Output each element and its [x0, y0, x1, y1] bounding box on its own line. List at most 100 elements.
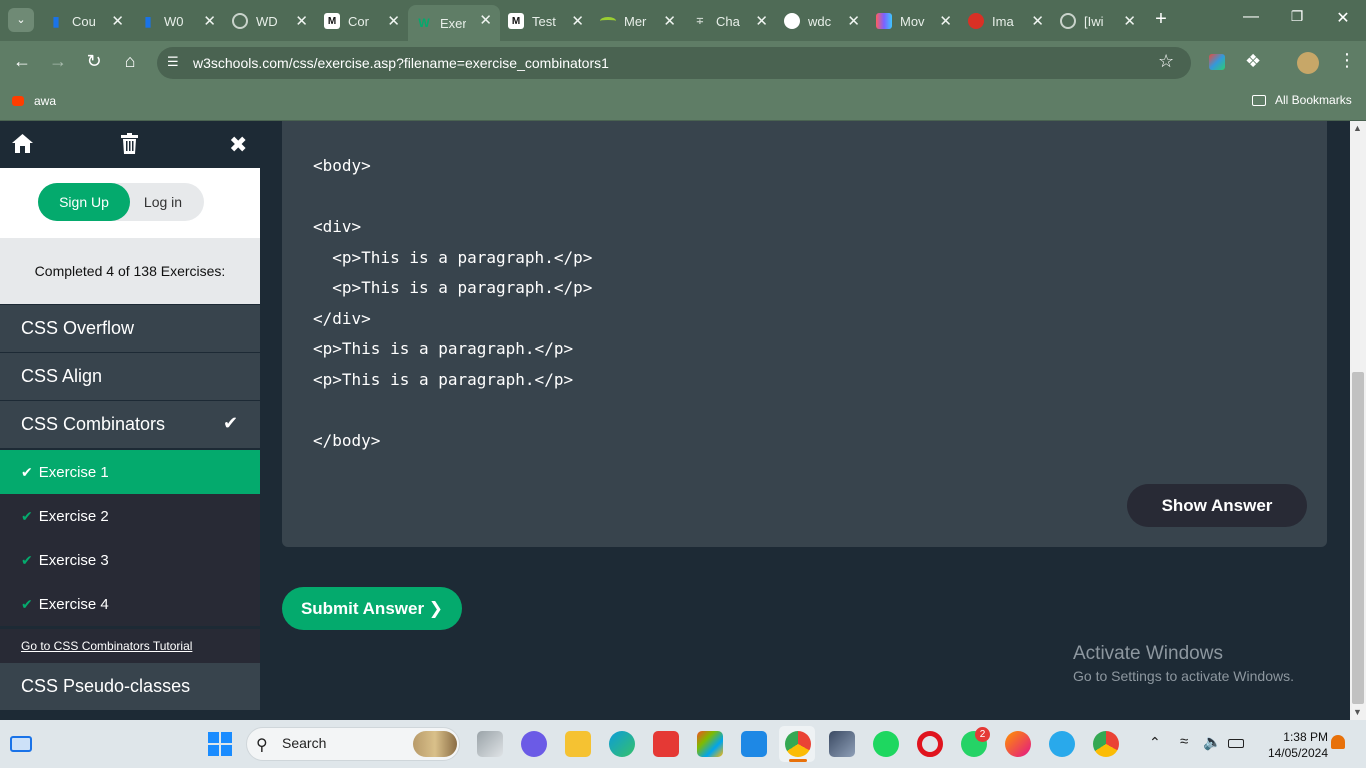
search-icon: ⚲	[256, 737, 268, 754]
browser-tab[interactable]: Mov ✕	[868, 6, 960, 36]
trash-icon[interactable]	[121, 133, 138, 154]
close-icon[interactable]: ✕	[755, 12, 768, 30]
home-icon[interactable]	[11, 133, 34, 154]
scroll-down-arrow-icon[interactable]: ▼	[1353, 707, 1362, 717]
chart-sparkle-icon: ∓	[695, 15, 705, 27]
topic-css-combinators[interactable]: CSS Combinators ✔	[0, 401, 260, 449]
submit-answer-button[interactable]: Submit Answer ❯	[282, 587, 462, 630]
firefox-icon[interactable]	[1005, 731, 1031, 757]
close-icon[interactable]: ✕	[939, 12, 952, 30]
close-icon[interactable]: ✕	[1123, 12, 1136, 30]
volume-icon[interactable]: 🔈	[1203, 733, 1222, 751]
file-explorer-icon[interactable]	[565, 731, 591, 757]
browser-tab[interactable]: ∓ Cha ✕	[684, 6, 776, 36]
close-icon[interactable]: ✕	[111, 12, 124, 30]
minimize-icon[interactable]: —	[1236, 8, 1266, 26]
battery-icon[interactable]	[1228, 739, 1244, 748]
topic-css-overflow[interactable]: CSS Overflow	[0, 305, 260, 353]
vscode-icon[interactable]	[741, 731, 767, 757]
telegram-icon[interactable]	[1049, 731, 1075, 757]
topic-css-align[interactable]: CSS Align	[0, 353, 260, 401]
tab-title: WD	[256, 13, 278, 29]
chevron-up-icon[interactable]: ⌃	[1149, 734, 1161, 751]
exercise-label: Exercise 3	[38, 551, 109, 569]
exercise-item-3[interactable]: ✔ Exercise 3	[0, 538, 260, 582]
exercise-label: Exercise 4	[38, 595, 109, 613]
close-icon[interactable]: ✕	[663, 12, 676, 30]
tab-title: wdc	[808, 13, 832, 29]
scrollbar-thumb[interactable]	[1352, 372, 1364, 704]
notification-bell-icon[interactable]	[1331, 735, 1345, 749]
edge-icon[interactable]	[609, 731, 635, 757]
browser-tab[interactable]: Ima ✕	[960, 6, 1052, 36]
sign-up-button[interactable]: Sign Up	[38, 183, 130, 221]
extensions-puzzle-icon[interactable]: ❖	[1245, 51, 1261, 72]
close-icon[interactable]: ✕	[387, 12, 400, 30]
browser-tab[interactable]: [Iwi ✕	[1052, 6, 1144, 36]
scroll-up-arrow-icon[interactable]: ▲	[1353, 123, 1362, 133]
home-icon[interactable]: ⌂	[118, 51, 142, 72]
exercise-item-1[interactable]: ✔ Exercise 1	[0, 450, 260, 494]
spotify-icon[interactable]	[873, 731, 899, 757]
opera-icon[interactable]	[917, 731, 943, 757]
topic-label: CSS Align	[21, 366, 103, 386]
log-in-button[interactable]: Log in	[130, 183, 196, 221]
browser-tab[interactable]: M Cor ✕	[316, 6, 408, 36]
chrome-icon[interactable]	[785, 731, 811, 757]
chrome-icon[interactable]	[1093, 731, 1119, 757]
url-text[interactable]: w3schools.com/css/exercise.asp?filename=…	[193, 55, 609, 71]
extension-cube-icon[interactable]	[1209, 54, 1225, 70]
forward-arrow-icon[interactable]: →	[46, 51, 70, 72]
close-icon[interactable]: ✕	[1031, 12, 1044, 30]
bookmark-awa[interactable]: awa	[12, 94, 56, 108]
restore-icon[interactable]: ❐	[1282, 8, 1312, 25]
windows-start-icon[interactable]	[208, 732, 232, 756]
all-bookmarks[interactable]: All Bookmarks	[1252, 93, 1352, 107]
task-view-icon[interactable]	[477, 731, 503, 757]
code-line: <p>This is a paragraph.</p>	[313, 248, 593, 267]
reload-icon[interactable]: ↻	[82, 51, 106, 72]
game-app-icon[interactable]	[829, 731, 855, 757]
browser-tab[interactable]: wdc ✕	[776, 6, 868, 36]
microsoft-store-icon[interactable]	[697, 731, 723, 757]
bar-chart-icon: ▮	[144, 12, 152, 29]
profile-avatar[interactable]	[1297, 52, 1319, 74]
code-panel: <body> <div> <p>This is a paragraph.</p>…	[282, 121, 1327, 547]
code-line: <p>This is a paragraph.</p>	[313, 278, 593, 297]
exercise-item-2[interactable]: ✔ Exercise 2	[0, 494, 260, 538]
close-icon[interactable]: ✕	[203, 12, 216, 30]
menu-kebab-icon[interactable]: ⋮	[1338, 50, 1356, 71]
browser-tab[interactable]: ▮ W0 ✕	[132, 6, 224, 36]
close-icon[interactable]: ✕	[479, 11, 492, 29]
tab-title: [Iwi	[1084, 13, 1104, 29]
browser-tab[interactable]: Mer ✕	[592, 6, 684, 36]
close-icon[interactable]: ✕	[847, 12, 860, 30]
taskbar-clock[interactable]: 1:38 PM 14/05/2024	[1256, 729, 1328, 761]
close-icon[interactable]: ✕	[571, 12, 584, 30]
browser-tab-bar: ⌄ ▮ Cou ✕ ▮ W0 ✕ WD ✕ M Cor ✕ W Exer ✕ M…	[0, 0, 1366, 41]
wifi-icon[interactable]: ≈	[1180, 733, 1188, 750]
new-tab-button[interactable]: +	[1150, 8, 1172, 31]
tutorial-link[interactable]: Go to CSS Combinators Tutorial	[0, 629, 260, 663]
browser-tab[interactable]: M Test ✕	[500, 6, 592, 36]
activate-windows-title: Activate Windows	[1073, 643, 1223, 664]
bookmark-star-icon[interactable]: ☆	[1158, 51, 1174, 72]
wps-office-icon[interactable]	[653, 731, 679, 757]
browser-tab[interactable]: ▮ Cou ✕	[40, 6, 132, 36]
exercise-item-4[interactable]: ✔ Exercise 4	[0, 582, 260, 626]
show-answer-button[interactable]: Show Answer	[1127, 484, 1307, 527]
site-info-icon[interactable]: ☰	[167, 54, 179, 70]
youtube-icon	[12, 96, 24, 106]
close-icon[interactable]: ✖	[229, 132, 247, 158]
widgets-icon[interactable]	[10, 736, 32, 752]
topic-css-pseudo-classes[interactable]: CSS Pseudo-classes	[0, 663, 260, 711]
close-window-icon[interactable]: ✕	[1328, 8, 1358, 28]
colorful-logo-icon	[876, 13, 892, 29]
browser-tab[interactable]: WD ✕	[224, 6, 316, 36]
code-line: </div>	[313, 309, 371, 328]
tab-search-button[interactable]: ⌄	[8, 8, 34, 32]
browser-tab-active[interactable]: W Exer ✕	[408, 5, 500, 41]
back-arrow-icon[interactable]: ←	[10, 51, 34, 72]
close-icon[interactable]: ✕	[295, 12, 308, 30]
meet-camera-icon[interactable]	[521, 731, 547, 757]
